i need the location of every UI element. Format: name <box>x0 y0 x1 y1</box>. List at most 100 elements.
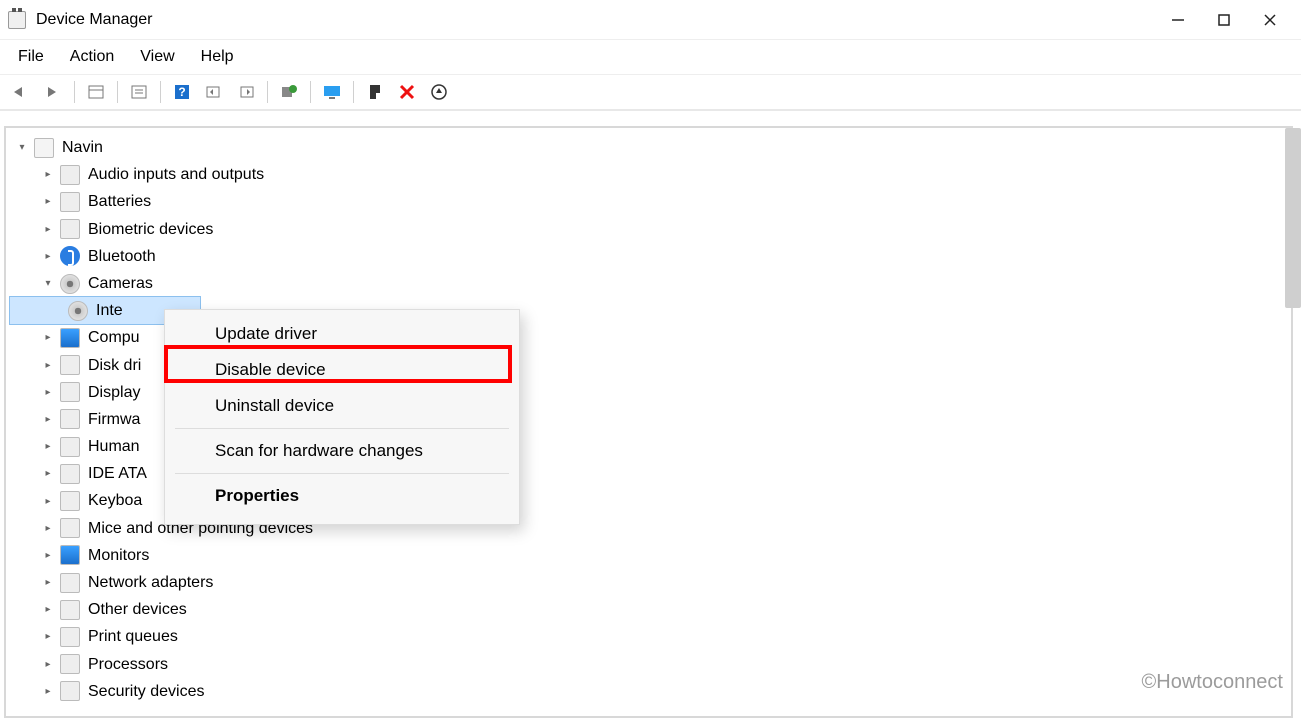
hid-icon <box>60 437 80 457</box>
toolbar-scan-hw[interactable] <box>426 79 452 105</box>
forward-icon <box>44 85 62 99</box>
camera-icon <box>68 301 88 321</box>
tree-node-monitors[interactable]: ▸ Monitors <box>10 542 1287 569</box>
chevron-right-icon[interactable]: ▸ <box>40 384 56 400</box>
chevron-right-icon[interactable]: ▸ <box>40 330 56 346</box>
chevron-right-icon[interactable]: ▸ <box>40 547 56 563</box>
menu-view[interactable]: View <box>136 46 178 68</box>
toolbar-properties[interactable] <box>126 79 152 105</box>
toolbar-sep <box>160 81 161 103</box>
scan-hw-icon <box>430 83 448 101</box>
maximize-icon <box>1218 14 1230 26</box>
ctx-properties[interactable]: Properties <box>165 478 519 514</box>
ctx-separator <box>175 428 509 429</box>
tree-label: Cameras <box>88 270 153 297</box>
scrollbar-thumb[interactable] <box>1285 128 1301 308</box>
tree-node-network[interactable]: ▸ Network adapters <box>10 569 1287 596</box>
tree-label: Compu <box>88 324 140 351</box>
computer-icon <box>34 138 54 158</box>
tree-node-processors[interactable]: ▸ Processors <box>10 651 1287 678</box>
ctx-uninstall-device[interactable]: Uninstall device <box>165 388 519 424</box>
window-title: Device Manager <box>36 11 153 29</box>
tree-label: Batteries <box>88 188 151 215</box>
disk-icon <box>60 355 80 375</box>
chip-icon <box>60 409 80 429</box>
tree-node-print[interactable]: ▸ Print queues <box>10 623 1287 650</box>
toolbar-enable-device[interactable] <box>362 79 388 105</box>
context-menu: Update driver Disable device Uninstall d… <box>164 309 520 525</box>
ide-icon <box>60 464 80 484</box>
toolbar-update-driver[interactable] <box>276 79 302 105</box>
chevron-right-icon[interactable]: ▸ <box>40 221 56 237</box>
toolbar-show-hidden[interactable] <box>83 79 109 105</box>
minimize-icon <box>1171 13 1185 27</box>
chevron-right-icon[interactable]: ▸ <box>40 683 56 699</box>
tree-node-other[interactable]: ▸ Other devices <box>10 596 1287 623</box>
chevron-right-icon[interactable]: ▸ <box>40 493 56 509</box>
toolbar-sep <box>353 81 354 103</box>
chevron-right-icon[interactable]: ▸ <box>40 194 56 210</box>
menubar: File Action View Help <box>0 40 1301 75</box>
toolbar-monitor[interactable] <box>319 79 345 105</box>
tree-label: Keyboa <box>88 487 142 514</box>
tree-node-cameras[interactable]: ▾ Cameras <box>10 270 1287 297</box>
menu-help[interactable]: Help <box>197 46 238 68</box>
chevron-down-icon[interactable]: ▾ <box>14 140 30 156</box>
watermark: ©Howtoconnect <box>1142 671 1283 694</box>
toolbar-forward[interactable] <box>40 79 66 105</box>
tree-node-biometric[interactable]: ▸ Biometric devices <box>10 216 1287 243</box>
tree-root[interactable]: ▾ Navin <box>10 134 1287 161</box>
help-icon: ? <box>173 83 191 101</box>
chevron-right-icon[interactable]: ▸ <box>40 602 56 618</box>
other-icon <box>60 600 80 620</box>
ctx-disable-device[interactable]: Disable device <box>165 352 519 388</box>
back-icon <box>12 85 30 99</box>
toolbar-scan-next[interactable] <box>233 79 259 105</box>
toolbar-remove-device[interactable] <box>394 79 420 105</box>
toolbar-scan-prev[interactable] <box>201 79 227 105</box>
chevron-right-icon[interactable]: ▸ <box>40 575 56 591</box>
tree-node-audio[interactable]: ▸ Audio inputs and outputs <box>10 161 1287 188</box>
ctx-separator <box>175 473 509 474</box>
chevron-right-icon[interactable]: ▸ <box>40 357 56 373</box>
chevron-down-icon[interactable]: ▾ <box>40 276 56 292</box>
chevron-right-icon[interactable]: ▸ <box>40 629 56 645</box>
close-icon <box>1263 13 1277 27</box>
tree-node-batteries[interactable]: ▸ Batteries <box>10 188 1287 215</box>
ctx-update-driver[interactable]: Update driver <box>165 316 519 352</box>
tree-label: Firmwa <box>88 406 140 433</box>
tree-label: Display <box>88 379 140 406</box>
chevron-right-icon[interactable]: ▸ <box>40 411 56 427</box>
chevron-right-icon[interactable]: ▸ <box>40 520 56 536</box>
tree-label: Processors <box>88 651 168 678</box>
chevron-right-icon[interactable]: ▸ <box>40 656 56 672</box>
mouse-icon <box>60 518 80 538</box>
close-button[interactable] <box>1247 0 1293 40</box>
tree-label: Audio inputs and outputs <box>88 161 264 188</box>
camera-icon <box>60 274 80 294</box>
tree-node-security[interactable]: ▸ Security devices <box>10 678 1287 705</box>
tree-label: Biometric devices <box>88 216 213 243</box>
printer-icon <box>60 627 80 647</box>
monitor-icon <box>60 545 80 565</box>
chevron-right-icon[interactable]: ▸ <box>40 167 56 183</box>
cpu-icon <box>60 654 80 674</box>
minimize-button[interactable] <box>1155 0 1201 40</box>
tree-label: Print queues <box>88 623 178 650</box>
menu-file[interactable]: File <box>14 46 48 68</box>
toolbar-back[interactable] <box>8 79 34 105</box>
chevron-right-icon[interactable]: ▸ <box>40 439 56 455</box>
ctx-scan-hw[interactable]: Scan for hardware changes <box>165 433 519 469</box>
tree-node-bluetooth[interactable]: ▸ Bluetooth <box>10 243 1287 270</box>
security-icon <box>60 681 80 701</box>
chevron-right-icon[interactable]: ▸ <box>40 248 56 264</box>
toolbar-sep <box>117 81 118 103</box>
toolbar-help[interactable]: ? <box>169 79 195 105</box>
monitor-icon <box>60 328 80 348</box>
tree-label: Bluetooth <box>88 243 156 270</box>
chevron-right-icon[interactable]: ▸ <box>40 466 56 482</box>
menu-action[interactable]: Action <box>66 46 118 68</box>
maximize-button[interactable] <box>1201 0 1247 40</box>
tree-label: Human <box>88 433 140 460</box>
tree-label: Security devices <box>88 678 205 705</box>
